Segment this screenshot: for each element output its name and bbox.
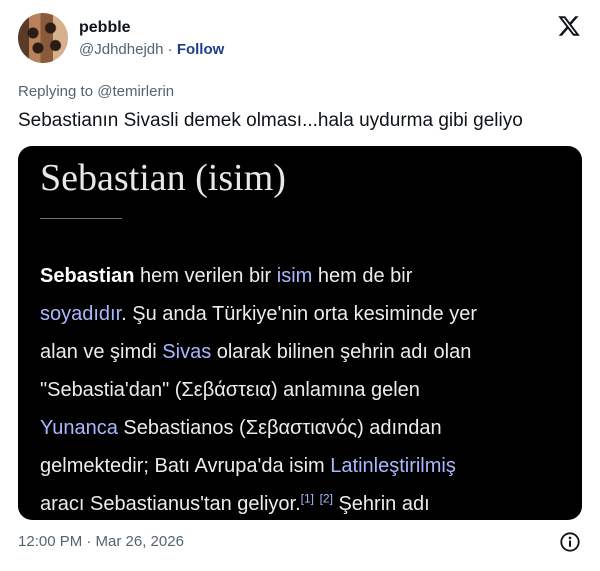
author-handle-row: @Jdhdhejdh · Follow [79,41,224,58]
wiki-citation: [2] [319,491,333,506]
wiki-text: Şehrin adı [332,493,430,515]
replying-handle[interactable]: @temirlerin [97,83,174,100]
wiki-line: alan ve şimdi Sivas olarak bilinen şehri… [40,333,580,371]
info-icon[interactable] [559,531,581,553]
wiki-text: Sebastianos (Σεβαστιανός) adından [117,417,442,439]
wiki-line: "Sebastia'dan" (Σεβάστεια) anlamına gele… [40,371,580,409]
wiki-text: alan ve şimdi [40,341,163,363]
wiki-citation: [1] [300,491,314,506]
x-logo-icon[interactable] [557,14,581,38]
wiki-text: olarak bilinen şehrin adı olan [211,341,472,363]
wiki-line: soyadıdır. Şu anda Türkiye'nin orta kesi… [40,295,580,333]
wiki-text: "Sebastia'dan" (Σεβάστεια) anlamına gele… [40,379,420,401]
wiki-bold-term: Sebastian [40,265,135,287]
avatar[interactable] [18,13,68,63]
wiki-text: aracı Sebastianus'tan geliyor. [40,493,301,515]
separator-dot: · [167,41,173,58]
wiki-link: soyadıdır [40,303,122,325]
wiki-line: aracı Sebastianus'tan geliyor.[1] [2] Şe… [40,485,580,520]
wiki-divider [40,218,122,219]
timestamp[interactable]: 12:00 PM · Mar 26, 2026 [18,533,184,550]
wiki-text: . Şu anda Türkiye'nin orta kesiminde yer [121,303,478,325]
follow-button[interactable]: Follow [177,41,225,58]
wiki-text: hem verilen bir [134,265,277,287]
replying-to: Replying to @temirlerin [18,83,174,100]
wiki-paragraph: Sebastian hem verilen bir isim hem de bi… [40,257,580,520]
media-image[interactable]: Sebastian (isim) Sebastian hem verilen b… [18,146,582,520]
replying-prefix: Replying to [18,83,94,100]
wiki-link: Yunanca [40,417,118,439]
display-name[interactable]: pebble [79,19,131,37]
wiki-line: Yunanca Sebastianos (Σεβαστιανός) adında… [40,409,580,447]
wiki-line: gelmektedir; Batı Avrupa'da isim Latinle… [40,447,580,485]
wiki-link: isim [276,265,313,287]
wiki-line: Sebastian hem verilen bir isim hem de bi… [40,257,580,295]
wiki-text: hem de bir [312,265,413,287]
author-handle[interactable]: @Jdhdhejdh [79,41,163,58]
wiki-text: gelmektedir; Batı Avrupa'da isim [40,455,331,477]
wiki-link: Latinleştirilmiş [330,455,456,477]
wiki-title: Sebastian (isim) [40,157,286,199]
wiki-link: Sivas [162,341,212,363]
tweet-text: Sebastianın Sivasli demek olması...hala … [18,110,523,131]
